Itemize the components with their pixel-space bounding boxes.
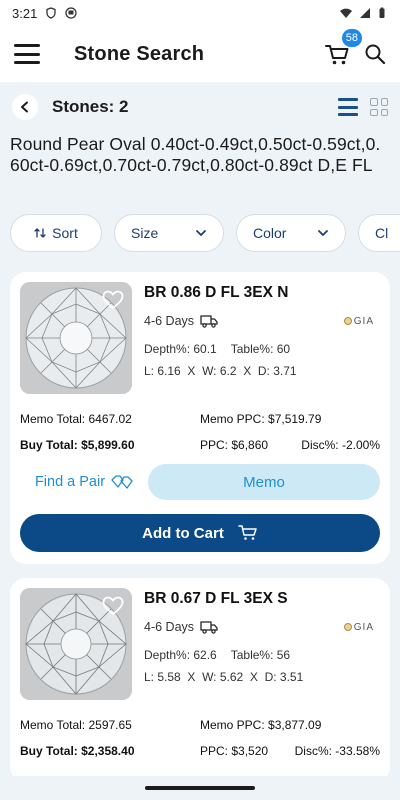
stone-card[interactable]: BR 0.67 D FL 3EX S 4-6 Days GIA Depth%: … <box>10 578 390 782</box>
table-percent: Table%: 60 <box>230 342 291 356</box>
stones-count: Stones: 2 <box>52 97 129 116</box>
gia-seal-icon <box>343 317 352 325</box>
diamond-image[interactable] <box>20 588 132 700</box>
gia-seal-icon <box>343 623 352 631</box>
width: W: 5.62 <box>202 670 244 684</box>
lab-logo: GIA <box>343 621 374 633</box>
buy-total: Buy Total: $5,899.60 <box>20 438 135 452</box>
table-percent: Table%: 56 <box>230 648 291 662</box>
stone-card[interactable]: BR 0.86 D FL 3EX N 4-6 Days GIA Depth%: … <box>10 272 390 564</box>
length: L: 5.58 <box>144 670 181 684</box>
chevron-down-icon <box>196 230 206 236</box>
lab-name: GIA <box>353 315 374 327</box>
memo-total: Memo Total: 2597.65 <box>20 718 132 732</box>
clarity-filter-label: Cl <box>375 225 389 241</box>
gesture-nav-bar <box>0 776 400 800</box>
search-criteria: Round Pear Oval 0.40ct-0.49ct,0.50ct-0.5… <box>10 134 381 175</box>
sub-header: Stones: 2 <box>0 82 400 132</box>
ppc: PPC: $3,520 <box>200 744 269 758</box>
app-status-icon <box>65 7 77 19</box>
status-time: 3:21 <box>12 5 38 21</box>
memo-ppc: Memo PPC: $3,877.09 <box>200 718 322 732</box>
size-filter[interactable]: Size <box>114 214 224 252</box>
stone-title: BR 0.86 D FL 3EX N <box>144 284 289 301</box>
depth-percent: Depth%: 62.6 <box>144 648 217 662</box>
add-to-cart-button[interactable]: Add to Cart <box>20 514 380 552</box>
wifi-icon <box>340 8 352 18</box>
depth-percent: Depth%: 60.1 <box>144 342 217 356</box>
page-title: Stone Search <box>74 42 205 65</box>
cart-count-badge: 58 <box>341 29 362 47</box>
cart-icon <box>238 525 257 540</box>
memo-ppc: Memo PPC: $7,519.79 <box>200 412 322 426</box>
stone-list: BR 0.86 D FL 3EX N 4-6 Days GIA Depth%: … <box>0 252 400 782</box>
delivery-days: 4-6 Days <box>144 620 195 634</box>
truck-icon <box>200 315 218 328</box>
app-bar: Stone Search 58 <box>0 26 400 82</box>
chevron-down-icon <box>318 230 328 236</box>
length: L: 6.16 <box>144 364 181 378</box>
ppc: PPC: $6,860 <box>200 438 269 452</box>
diamond-image[interactable] <box>20 282 132 394</box>
find-pair-button[interactable]: Find a Pair <box>20 474 148 490</box>
battery-icon <box>379 7 385 18</box>
signal-icon <box>360 8 370 18</box>
status-bar: 3:21 <box>0 0 400 26</box>
cart-button[interactable]: 58 <box>324 29 362 67</box>
memo-total: Memo Total: 6467.02 <box>20 412 132 426</box>
grid-view-icon[interactable] <box>370 98 388 116</box>
lab-logo: GIA <box>343 315 374 327</box>
discount: Disc%: -33.58% <box>294 744 380 758</box>
menu-icon[interactable] <box>14 44 40 64</box>
add-to-cart-label: Add to Cart <box>142 524 224 542</box>
clarity-filter[interactable]: Cl <box>358 214 400 252</box>
memo-button[interactable]: Memo <box>148 464 380 500</box>
size-filter-label: Size <box>131 225 159 241</box>
color-filter-label: Color <box>253 225 287 241</box>
diamond-pair-icon <box>111 475 133 489</box>
home-indicator[interactable] <box>145 786 255 790</box>
times-sign: X <box>243 364 252 378</box>
times-sign: X <box>249 670 258 684</box>
sort-label: Sort <box>52 225 78 241</box>
color-filter[interactable]: Color <box>236 214 346 252</box>
depth: D: 3.71 <box>257 364 297 378</box>
sort-button[interactable]: Sort <box>10 214 102 252</box>
delivery-days: 4-6 Days <box>144 314 195 328</box>
lab-name: GIA <box>353 621 374 633</box>
times-sign: X <box>187 670 196 684</box>
width: W: 6.2 <box>202 364 237 378</box>
buy-total: Buy Total: $2,358.40 <box>20 744 135 758</box>
truck-icon <box>200 621 218 634</box>
search-icon[interactable] <box>364 43 386 65</box>
depth: D: 3.51 <box>264 670 304 684</box>
heart-icon[interactable] <box>102 596 124 616</box>
heart-icon[interactable] <box>102 290 124 310</box>
chevron-left-icon <box>21 101 28 113</box>
shield-icon <box>46 7 56 19</box>
times-sign: X <box>187 364 196 378</box>
list-view-icon[interactable] <box>338 98 358 116</box>
filter-bar: Sort Size Color Cl <box>0 198 400 252</box>
sort-icon <box>34 228 46 238</box>
find-pair-label: Find a Pair <box>34 474 106 490</box>
discount: Disc%: -2.00% <box>301 438 380 452</box>
back-button[interactable] <box>12 94 38 120</box>
stone-title: BR 0.67 D FL 3EX S <box>144 590 288 607</box>
